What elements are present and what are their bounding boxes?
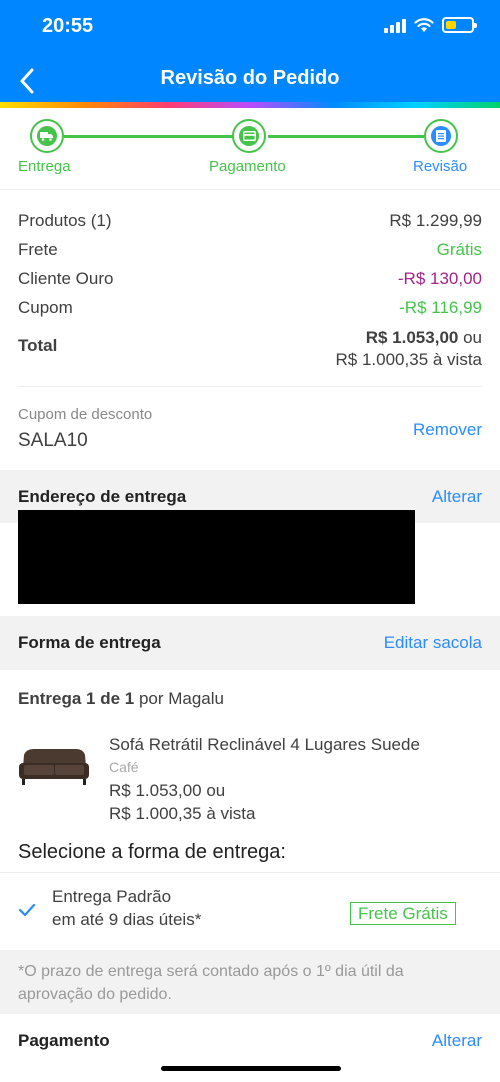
summary-row-cliente-ouro: Cliente Ouro -R$ 130,00 [18, 264, 482, 293]
shipping-option-name: Entrega Padrão [52, 887, 172, 906]
delivery-count: Entrega 1 de 1 por Magalu [18, 689, 224, 708]
change-address-button[interactable]: Alterar [432, 487, 482, 507]
summary-label: Cupom [18, 297, 73, 317]
summary-value: Grátis [436, 239, 482, 259]
delivery-note: *O prazo de entrega será contado após o … [0, 950, 500, 1014]
summary-row-cupom: Cupom -R$ 116,99 [18, 293, 482, 322]
product-price: R$ 1.053,00 ou R$ 1.000,35 à vista [109, 781, 256, 823]
step-pagamento[interactable] [232, 119, 266, 153]
checkout-stepper: Entrega Pagamento Revisão [0, 108, 500, 190]
address-title: Endereço de entrega [18, 487, 187, 506]
payment-section: Pagamento Alterar [0, 1014, 500, 1082]
shipping-option-time: em até 9 dias úteis* [52, 910, 202, 929]
page-title: Revisão do Pedido [160, 67, 340, 89]
delivery-section-header: Forma de entrega Editar sacola [0, 616, 500, 670]
step-label-revisao: Revisão [413, 158, 468, 175]
step-revisao[interactable] [424, 119, 458, 153]
step-label-entrega: Entrega [18, 158, 71, 175]
coupon-section: Cupom de desconto SALA10 Remover [18, 386, 482, 466]
address-redacted [18, 510, 415, 604]
coupon-code: SALA10 [18, 430, 88, 451]
summary-value: R$ 1.299,99 [389, 210, 482, 230]
change-payment-button[interactable]: Alterar [432, 1031, 482, 1051]
wifi-icon [414, 18, 434, 32]
summary-value: -R$ 116,99 [399, 297, 482, 317]
document-icon [436, 130, 446, 142]
sofa-product-image [19, 749, 89, 785]
summary-total-row: Total R$ 1.053,00 ou R$ 1.000,35 à vista [18, 327, 482, 371]
shipping-option-padrao[interactable]: Entrega Padrão em até 9 dias úteis* Fret… [0, 872, 500, 950]
payment-title: Pagamento [18, 1031, 110, 1050]
summary-label: Produtos (1) [18, 210, 112, 230]
edit-bag-button[interactable]: Editar sacola [384, 633, 482, 653]
product-variant: Café [109, 759, 139, 775]
check-icon [18, 903, 36, 917]
summary-value: -R$ 130,00 [397, 268, 482, 288]
cellular-signal-icon [384, 17, 406, 33]
step-entrega[interactable] [30, 119, 64, 153]
home-indicator [161, 1066, 341, 1071]
delivery-title: Forma de entrega [18, 633, 161, 652]
app-header: 20:55 Revisão do Pedido [0, 0, 500, 108]
product-name: Sofá Retrátil Reclinável 4 Lugares Suede [109, 735, 420, 754]
summary-row-produtos: Produtos (1) R$ 1.299,99 [18, 206, 482, 235]
remove-coupon-button[interactable]: Remover [413, 420, 482, 440]
summary-label: Cliente Ouro [18, 268, 114, 288]
summary-label: Frete [18, 239, 58, 259]
total-label: Total [18, 336, 58, 355]
summary-row-frete: Frete Grátis [18, 235, 482, 264]
product-info: Sofá Retrátil Reclinável 4 Lugares Suede… [109, 735, 420, 825]
coupon-label: Cupom de desconto [18, 406, 153, 423]
total-value: R$ 1.053,00 [365, 328, 459, 347]
order-summary: Produtos (1) R$ 1.299,99 Frete Grátis Cl… [18, 206, 482, 371]
step-connector [268, 135, 424, 138]
step-label-pagamento: Pagamento [209, 158, 286, 175]
step-connector [64, 135, 234, 138]
status-icons [384, 17, 477, 33]
card-icon [242, 131, 256, 141]
total-cash: R$ 1.000,35 à vista [335, 350, 482, 369]
shipping-select-title: Selecione a forma de entrega: [18, 841, 286, 863]
total-or: ou [458, 328, 482, 347]
free-shipping-badge: Frete Grátis [350, 902, 456, 925]
battery-icon [442, 17, 477, 33]
status-time: 20:55 [42, 15, 94, 37]
truck-icon [40, 132, 53, 141]
